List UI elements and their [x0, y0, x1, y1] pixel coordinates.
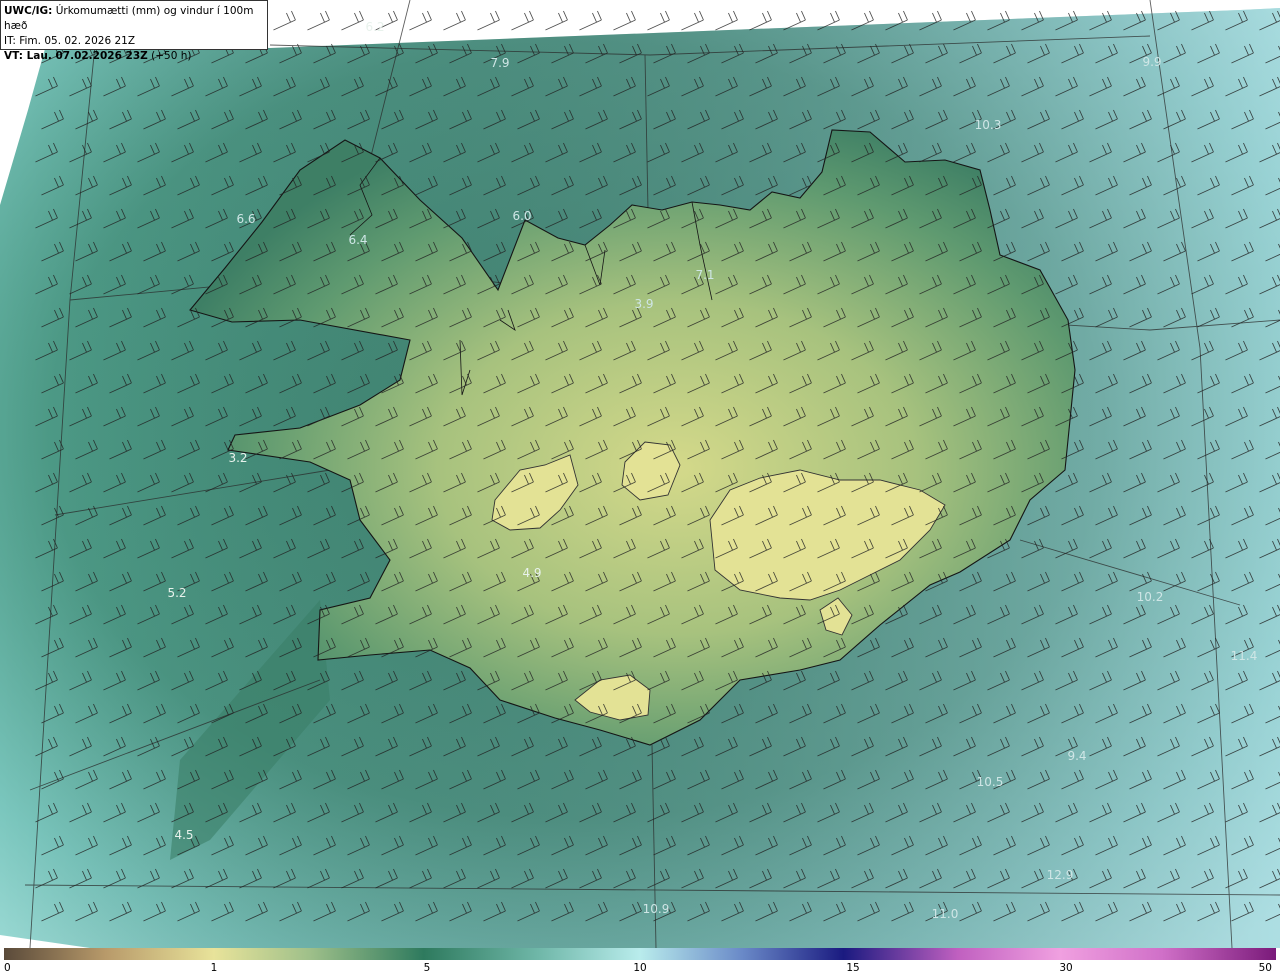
precip-value-label: 4.5	[174, 828, 193, 842]
precip-value-label: 11.4	[1231, 649, 1258, 663]
colorbar-tick-label: 10	[633, 962, 647, 974]
precip-value-label: 11.0	[932, 907, 959, 921]
colorbar-tick-label: 15	[846, 962, 860, 974]
map-title-box: UWC/IG: Úrkomumætti (mm) og vindur í 100…	[0, 0, 268, 62]
colorbar-tick-label: 50	[1258, 962, 1272, 974]
precip-value-label: 6.0	[512, 209, 531, 223]
precip-value-label: 6.6	[236, 212, 255, 226]
precip-value-label: 6.4	[348, 233, 367, 247]
precip-value-label: 10.9	[643, 902, 670, 916]
precip-value-label: 10.3	[975, 118, 1002, 132]
colorbar-tick-label: 0	[4, 962, 11, 974]
precipitation-map: 6.2 7.9 9.9 10.3 6.6 6.4 6.0 7.1 3.9 3.2 4.9 5.2 4.5…	[0, 0, 1280, 948]
precip-value-label: 3.9	[634, 297, 653, 311]
model-label: UWC/IG:	[4, 5, 53, 17]
precip-value-label: 3.2	[228, 451, 247, 465]
colorbar: 0 1 5 10 15 30 50	[0, 948, 1280, 978]
colorbar-tick-label: 30	[1059, 962, 1073, 974]
precip-value-label: 4.9	[522, 566, 541, 580]
precip-value-label: 10.5	[977, 775, 1004, 789]
colorbar-strip	[4, 948, 1276, 960]
precip-value-label: 12.9	[1047, 868, 1074, 882]
precip-value-label: 7.9	[490, 56, 509, 70]
precip-value-label: 7.1	[695, 268, 714, 282]
colorbar-tick-label: 1	[210, 962, 218, 974]
precip-value-label: 9.4	[1067, 749, 1086, 763]
precip-value-label: 6.2	[365, 20, 384, 34]
precip-value-label: 9.9	[1142, 55, 1161, 69]
initial-time: IT: Fim. 05. 02. 2026 21Z	[4, 35, 136, 47]
forecast-hour: (+50 h)	[147, 50, 192, 62]
valid-time: VT: Lau. 07.02.2026 23Z	[4, 50, 148, 62]
precip-value-label: 5.2	[167, 586, 186, 600]
colorbar-tick-label: 5	[423, 962, 431, 974]
precip-value-label: 10.2	[1137, 590, 1164, 604]
